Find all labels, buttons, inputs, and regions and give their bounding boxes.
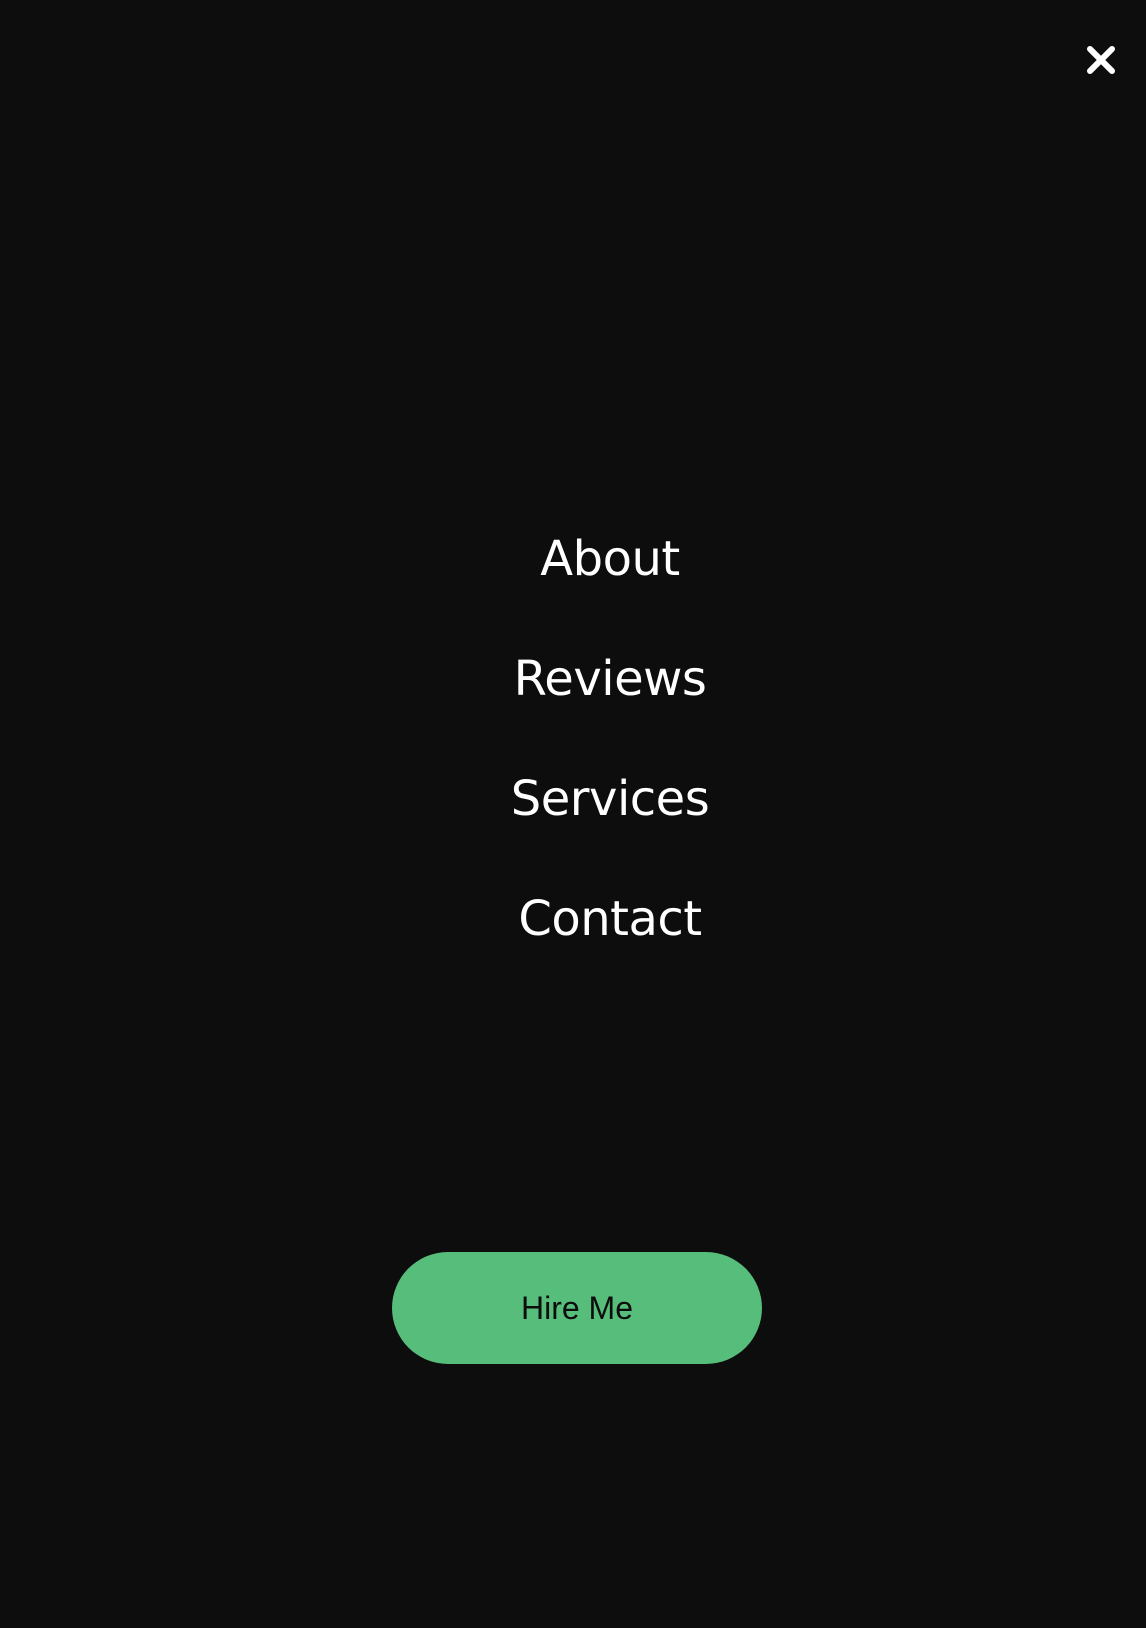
nav-item-label: Reviews	[513, 651, 707, 707]
nav-item-label: Contact	[518, 891, 702, 947]
nav-item-label: Services	[510, 771, 710, 827]
close-icon	[1086, 45, 1116, 75]
hire-me-label: Hire Me	[520, 1289, 633, 1326]
hire-me-button[interactable]: Hire Me	[392, 1252, 762, 1364]
nav-item-label: About	[540, 531, 680, 587]
close-menu-button[interactable]	[1079, 38, 1123, 82]
nav-item-reviews[interactable]: Reviews	[37, 639, 1146, 719]
mobile-menu-overlay: About Reviews Services Contact Hire Me	[0, 0, 1146, 1628]
menu-nav: About Reviews Services Contact	[0, 0, 1146, 1628]
nav-item-contact[interactable]: Contact	[37, 879, 1146, 959]
nav-item-services[interactable]: Services	[37, 759, 1146, 839]
nav-item-about[interactable]: About	[37, 519, 1146, 599]
